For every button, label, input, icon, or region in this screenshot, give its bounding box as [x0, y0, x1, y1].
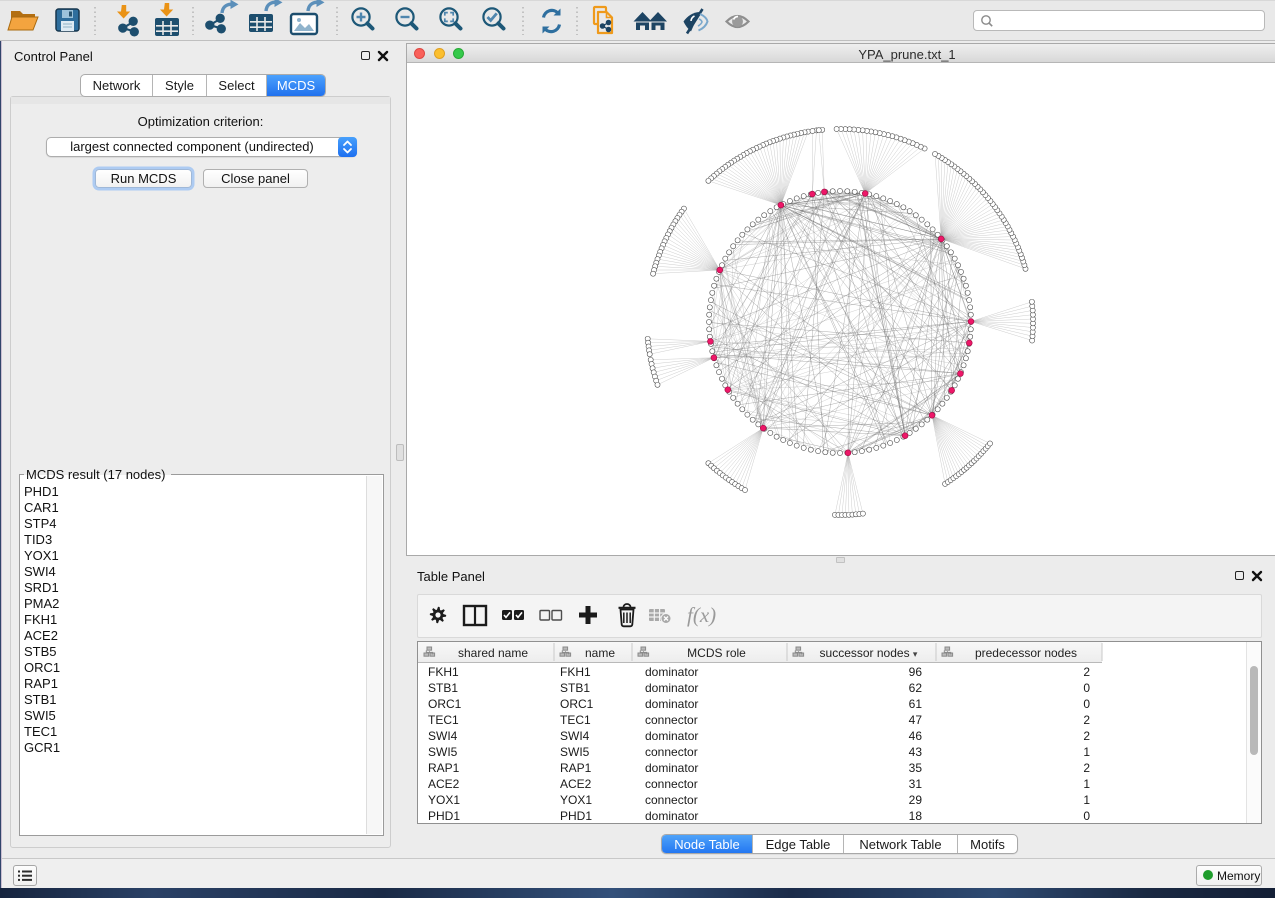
svg-text:f(x): f(x) — [687, 603, 716, 627]
